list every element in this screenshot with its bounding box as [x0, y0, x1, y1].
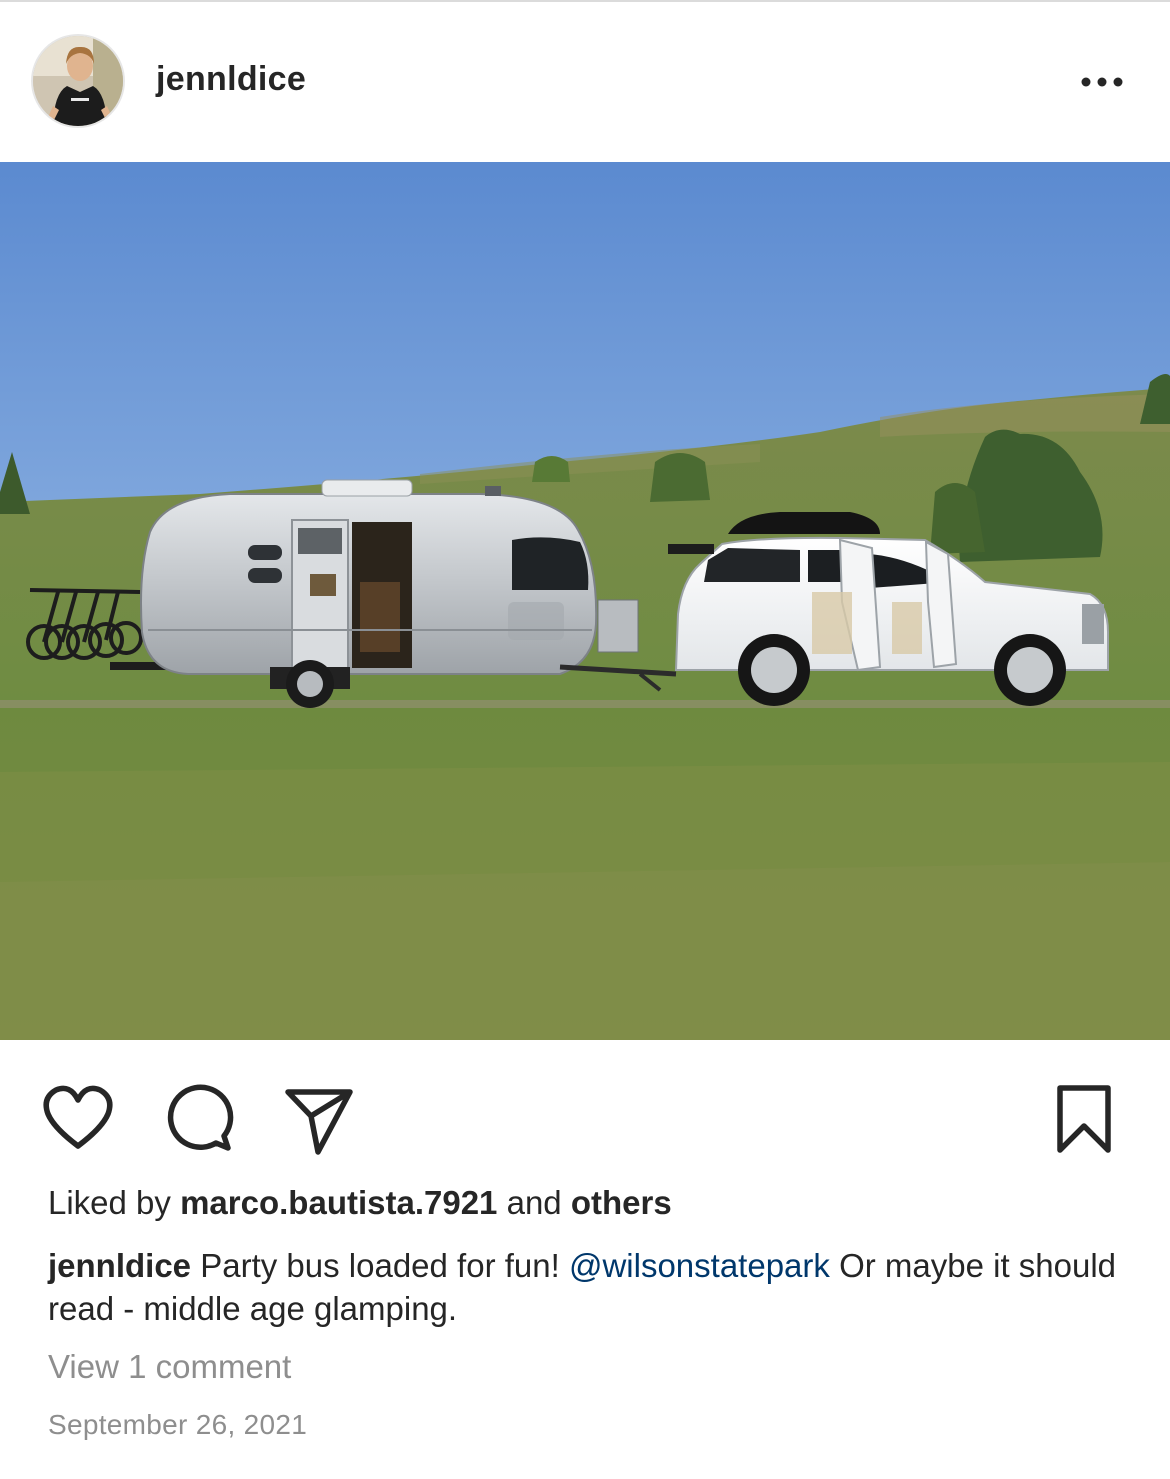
more-horizontal-icon	[1081, 77, 1123, 87]
caption-text-before: Party bus loaded for fun!	[200, 1247, 560, 1284]
likes-joiner: and	[506, 1184, 562, 1221]
likes-summary: Liked by marco.bautista.7921 and others	[48, 1184, 672, 1222]
share-button[interactable]	[280, 1080, 356, 1156]
comment-button[interactable]	[160, 1080, 236, 1156]
post-date: September 26, 2021	[48, 1409, 308, 1440]
avatar[interactable]	[31, 34, 125, 128]
post-actions-bar	[0, 1040, 1170, 1180]
liker-username[interactable]: marco.bautista.7921	[180, 1184, 497, 1221]
post-username[interactable]: jennldice	[156, 60, 306, 99]
bookmark-icon	[1057, 1085, 1111, 1153]
post-caption: jennldice Party bus loaded for fun! @wil…	[48, 1244, 1138, 1330]
heart-icon	[43, 1085, 113, 1149]
post-header: jennldice	[0, 0, 1170, 162]
like-button[interactable]	[40, 1080, 116, 1156]
post-photo[interactable]	[0, 162, 1170, 1040]
caption-username[interactable]: jennldice	[48, 1247, 191, 1284]
save-button[interactable]	[1046, 1080, 1122, 1156]
paper-plane-icon	[285, 1089, 353, 1155]
likes-others-link[interactable]: others	[571, 1184, 672, 1221]
view-comments-link[interactable]: View 1 comment	[48, 1348, 291, 1386]
comment-bubble-icon	[167, 1084, 234, 1151]
caption-mention-link[interactable]: @wilsonstatepark	[569, 1247, 830, 1284]
more-options-button[interactable]	[1072, 62, 1132, 102]
likes-prefix: Liked by	[48, 1184, 171, 1221]
